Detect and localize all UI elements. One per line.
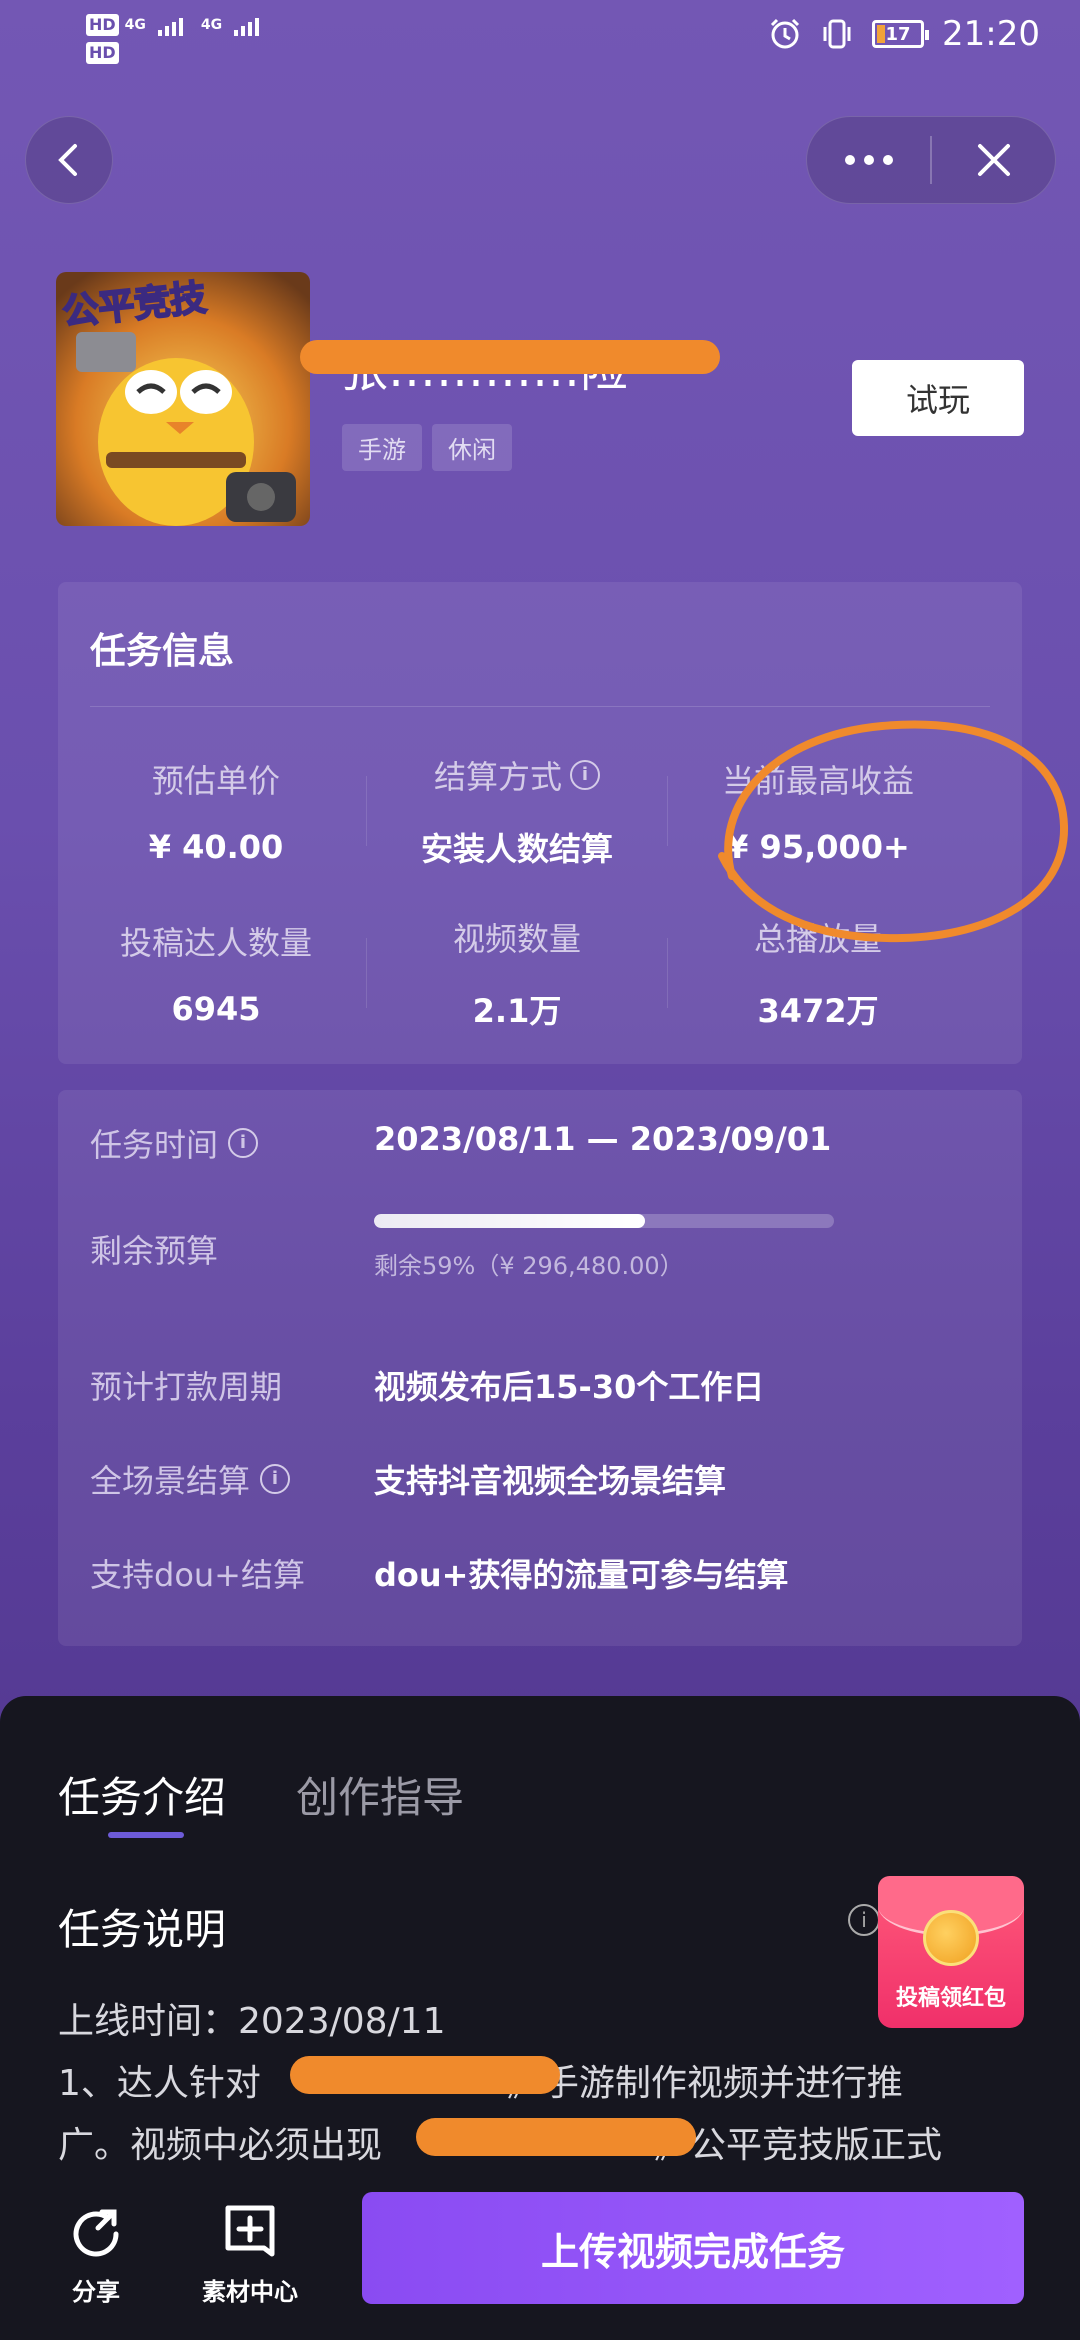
network-type: 4G <box>124 17 146 33</box>
stat-video-count: 视频数量 2.1万 <box>452 920 581 1030</box>
budget-label: 剩余预算 <box>90 1232 219 1270</box>
task-time-value: 2023/08/11 — 2023/09/01 <box>374 1120 832 1158</box>
payment-cycle-value: 视频发布后15-30个工作日 <box>374 1368 765 1406</box>
red-packet-button[interactable]: 投稿领红包 <box>878 1876 1024 2028</box>
share-icon <box>73 2209 119 2257</box>
game-icon: 公平竞技 <box>56 272 310 526</box>
budget-progress <box>374 1214 834 1228</box>
more-button[interactable] <box>807 117 930 203</box>
material-center-button[interactable]: 素材中心 <box>190 2202 310 2307</box>
tab-creation-guide[interactable]: 创作指导 <box>296 1764 464 1825</box>
vibrate-icon <box>823 19 851 49</box>
signal-icon <box>234 14 260 36</box>
alarm-icon <box>770 18 800 49</box>
tag-genre: 休闲 <box>432 424 512 471</box>
try-play-button[interactable]: 试玩 <box>852 360 1024 436</box>
redaction-mark <box>300 340 720 374</box>
stat-unit-price: 预估单价 ¥ 40.00 <box>148 762 284 866</box>
info-icon[interactable]: i <box>570 760 600 790</box>
close-button[interactable] <box>932 117 1055 203</box>
upload-video-button[interactable]: 上传视频完成任务 <box>362 2192 1024 2304</box>
hd-badge: HD <box>86 42 119 64</box>
info-icon[interactable]: i <box>260 1464 291 1494</box>
status-bar-left: HD 4G 4G HD <box>86 14 260 64</box>
chevron-left-icon <box>58 144 77 176</box>
game-tags: 手游 休闲 <box>342 424 512 471</box>
stat-creator-count: 投稿达人数量 6945 <box>119 924 312 1028</box>
section-title: 任务说明 <box>58 1905 227 1954</box>
divider <box>90 706 990 707</box>
mini-program-capsule <box>806 116 1056 204</box>
active-tab-indicator <box>108 1832 184 1838</box>
battery-level: 17 <box>885 23 911 45</box>
close-icon <box>977 144 1010 176</box>
scene-settlement-value: 支持抖音视频全场景结算 <box>374 1462 727 1500</box>
tab-task-intro[interactable]: 任务介绍 <box>58 1764 226 1825</box>
payment-cycle-label: 预计打款周期 <box>90 1368 283 1406</box>
more-dots-icon <box>844 155 893 165</box>
scene-settlement-label: 全场景结算 i <box>90 1456 291 1502</box>
status-bar-right: 17 21:20 <box>768 14 1040 54</box>
network-type: 4G <box>200 17 223 33</box>
budget-progress-fill <box>374 1214 646 1228</box>
clock: 21:20 <box>942 14 1040 54</box>
tag-platform: 手游 <box>342 424 422 471</box>
annotation-circle <box>718 720 1069 943</box>
dou-settlement-label: 支持dou+结算 <box>90 1556 305 1594</box>
task-info-title: 任务信息 <box>90 631 235 672</box>
info-icon[interactable]: i <box>228 1128 259 1158</box>
budget-remaining-text: 剩余59%（¥ 296,480.00） <box>374 1252 684 1280</box>
red-packet-label: 投稿领红包 <box>895 1986 1006 2011</box>
info-icon[interactable]: i <box>848 1904 880 1936</box>
bottom-action-bar: 分享 素材中心 上传视频完成任务 <box>0 2166 1080 2340</box>
battery-icon: 17 <box>872 20 930 48</box>
back-button[interactable] <box>25 116 113 204</box>
hd-badge: HD <box>86 14 119 36</box>
task-time-label: 任务时间 i <box>90 1120 259 1166</box>
stat-settlement-method: 结算方式 i 安装人数结算 <box>420 758 613 868</box>
online-time: 上线时间：2023/08/11 <box>58 2001 446 2042</box>
share-button[interactable]: 分享 <box>36 2202 156 2307</box>
signal-icon <box>157 14 183 36</box>
dou-settlement-value: dou+获得的流量可参与结算 <box>374 1556 789 1594</box>
redaction-mark <box>290 2056 560 2094</box>
redaction-mark <box>416 2118 696 2156</box>
task-details-panel: 任务时间 i 2023/08/11 — 2023/09/01 剩余预算 剩余59%… <box>58 1090 1022 1646</box>
coin-icon <box>923 1910 979 1966</box>
add-material-icon <box>225 2205 275 2257</box>
